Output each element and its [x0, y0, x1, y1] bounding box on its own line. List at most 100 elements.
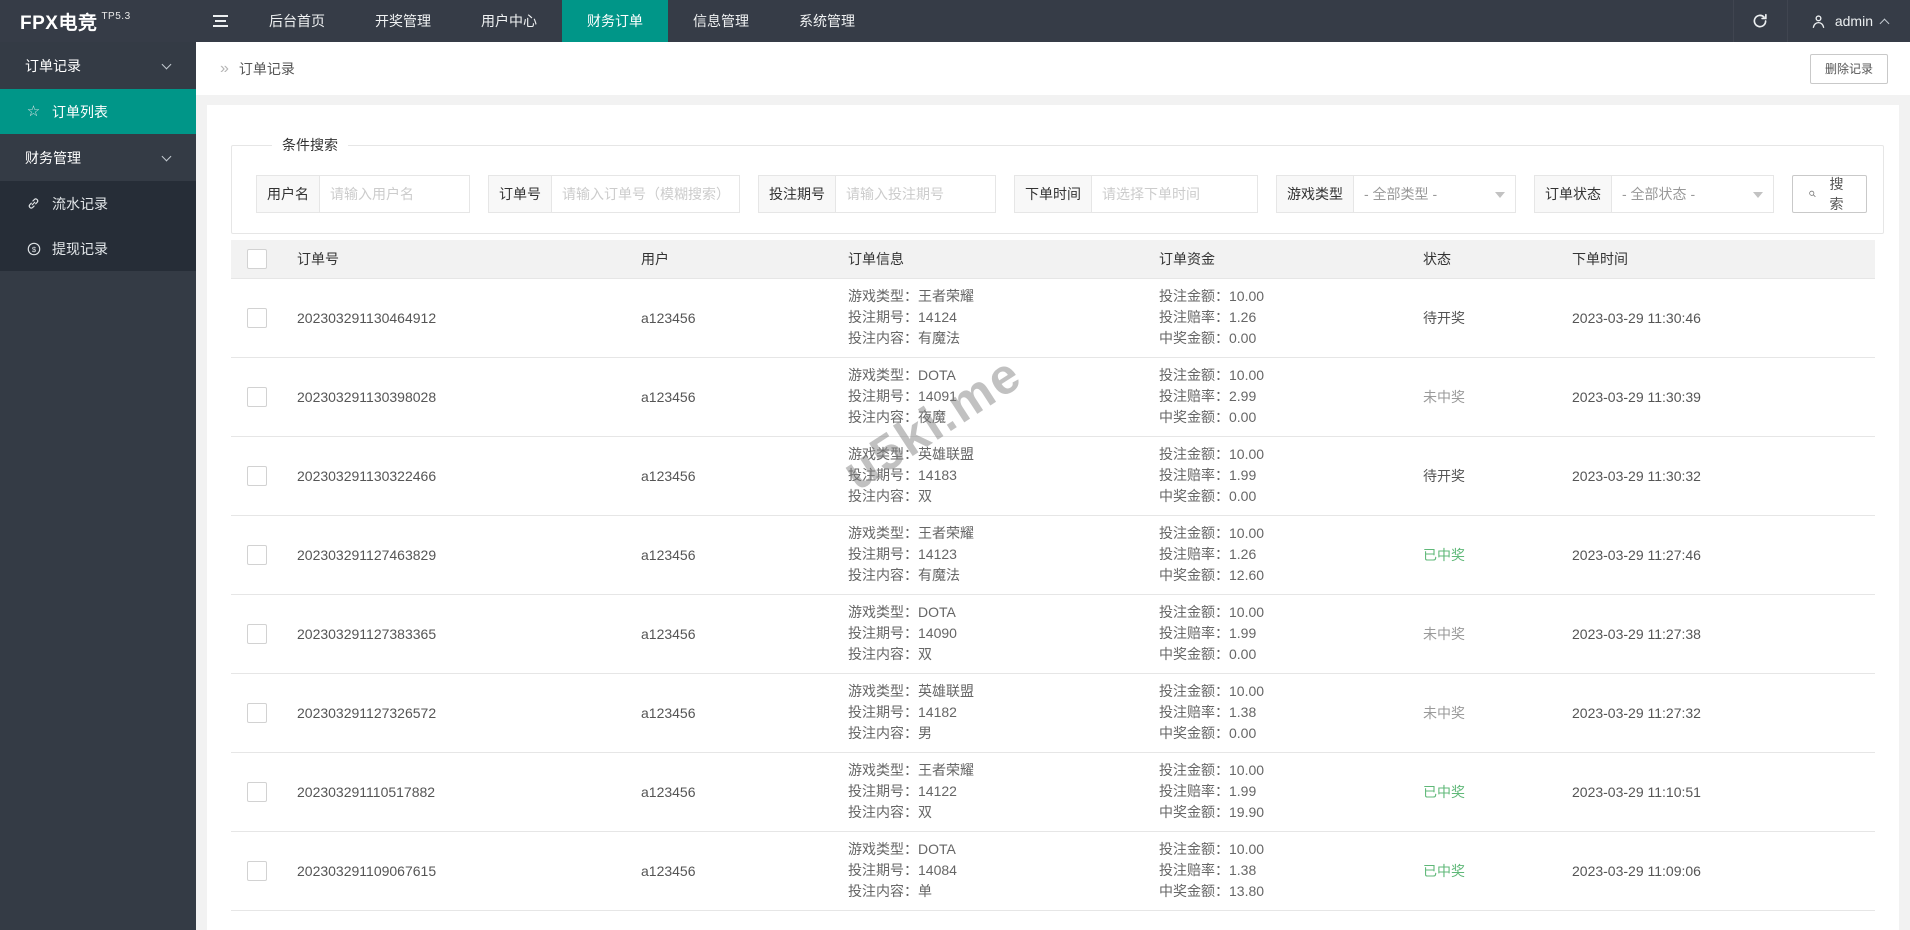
order-info: 游戏类型：王者荣耀 投注期号：14124 投注内容：有魔法: [832, 278, 1143, 358]
order-user: a123456: [625, 831, 832, 911]
col-status: 状态: [1407, 240, 1556, 279]
orders-table: 订单号 用户 订单信息 订单资金 状态 下单时间 202303291130464…: [231, 240, 1875, 930]
filter-order-status: 订单状态 - 全部状态 -: [1534, 175, 1774, 213]
order-user: a123456: [625, 278, 832, 358]
order-no: 202303291130464912: [281, 278, 625, 358]
table-row: 202303291109067615 a123456 游戏类型：DOTA 投注期…: [231, 831, 1875, 911]
order-funds: 投注金额：10.00 投注赔率：1.26 中奖金额：0.00: [1143, 278, 1407, 358]
nav-user-center[interactable]: 用户中心: [456, 0, 562, 42]
svg-text:$: $: [31, 244, 36, 253]
select-all-checkbox[interactable]: [247, 248, 267, 269]
order-time: 2023-03-29 11:09:06: [1556, 831, 1875, 911]
status-badge: 未中奖: [1423, 388, 1465, 405]
col-user: 用户: [625, 240, 832, 279]
table-row: 202303291130464912 a123456 游戏类型：王者荣耀 投注期…: [231, 278, 1875, 358]
order-info: 游戏类型：英雄联盟 投注期号：14183 投注内容：双: [832, 436, 1143, 516]
status-badge: 已中奖: [1423, 783, 1465, 800]
game-type-select[interactable]: - 全部类型 -: [1354, 175, 1516, 213]
order-user: a123456: [625, 436, 832, 516]
chevron-down-icon: [161, 59, 172, 69]
row-checkbox[interactable]: [247, 544, 267, 565]
row-checkbox[interactable]: [247, 307, 267, 328]
status-badge: 未中奖: [1423, 704, 1465, 721]
chevron-down-icon: [161, 151, 172, 161]
order-funds: 投注金额：10.00 投注赔率：1.99 中奖金额：19.90: [1143, 752, 1407, 832]
order-no: 202303291130322466: [281, 436, 625, 516]
table-row: 202303291127463829 a123456 游戏类型：王者荣耀 投注期…: [231, 515, 1875, 595]
app-logo: FPX电竞 TP5.3: [0, 0, 196, 42]
username-input[interactable]: [320, 175, 470, 213]
menu-icon[interactable]: [196, 0, 244, 42]
refresh-icon[interactable]: [1732, 0, 1787, 42]
sidebar-group-finance[interactable]: 财务管理: [0, 134, 196, 181]
breadcrumb-bar: » 订单记录 删除记录: [196, 42, 1910, 95]
nav-info[interactable]: 信息管理: [668, 0, 774, 42]
sidebar-item-flow-records[interactable]: 流水记录: [0, 181, 196, 226]
nav-system[interactable]: 系统管理: [774, 0, 880, 42]
order-user: a123456: [625, 515, 832, 595]
order-funds: 投注金额：10.00 投注赔率：1.99 中奖金额：0.00: [1143, 594, 1407, 674]
order-funds: 投注金额：10.00 投注赔率：1.26 中奖金额：12.60: [1143, 515, 1407, 595]
sidebar-item-withdraw-records[interactable]: $ 提现记录: [0, 226, 196, 271]
order-time: 2023-03-29 11:27:46: [1556, 515, 1875, 595]
search-legend: 条件搜索: [282, 137, 338, 153]
table-row: 202303291130322466 a123456 游戏类型：英雄联盟 投注期…: [231, 436, 1875, 516]
order-no: 202303291130398028: [281, 357, 625, 437]
delete-records-button[interactable]: 删除记录: [1809, 53, 1888, 84]
order-no: 202303291127383365: [281, 594, 625, 674]
page-title: 订单记录: [238, 60, 295, 77]
username: admin: [1834, 13, 1873, 29]
order-funds: 投注金额：10.00: [1143, 910, 1407, 930]
row-checkbox[interactable]: [247, 781, 267, 802]
order-funds: 投注金额：10.00 投注赔率：1.38 中奖金额：0.00: [1143, 673, 1407, 753]
chevron-up-icon: [1879, 18, 1890, 28]
table-row: 202303291127326572 a123456 游戏类型：英雄联盟 投注期…: [231, 673, 1875, 753]
filter-order-time: 下单时间: [1014, 175, 1258, 213]
app-title: FPX电竞: [20, 12, 98, 34]
dollar-icon: $: [25, 241, 42, 257]
nav-home[interactable]: 后台首页: [244, 0, 350, 42]
bet-issue-input[interactable]: [836, 175, 996, 213]
order-user: a123456: [625, 357, 832, 437]
order-info: 游戏类型：英雄联盟: [832, 910, 1143, 930]
sidebar: 订单记录 ☆ 订单列表 财务管理 流水记录 $ 提现记录: [0, 42, 196, 930]
col-order-no: 订单号: [281, 240, 625, 279]
order-info: 游戏类型：DOTA 投注期号：14084 投注内容：单: [832, 831, 1143, 911]
topbar-right: admin: [1732, 0, 1910, 42]
order-funds: 投注金额：10.00 投注赔率：1.38 中奖金额：13.80: [1143, 831, 1407, 911]
order-time-input[interactable]: [1092, 175, 1258, 213]
table-header-row: 订单号 用户 订单信息 订单资金 状态 下单时间: [231, 240, 1875, 279]
page-body: 条件搜索 用户名 订单号 投注期号: [196, 95, 1910, 930]
nav-finance-orders[interactable]: 财务订单: [562, 0, 668, 42]
row-checkbox[interactable]: [247, 465, 267, 486]
order-no: 202303291109067615: [281, 831, 625, 911]
order-no-input[interactable]: [552, 175, 740, 213]
row-checkbox[interactable]: [247, 860, 267, 881]
order-status-select[interactable]: - 全部状态 -: [1612, 175, 1774, 213]
sidebar-item-order-list[interactable]: ☆ 订单列表: [0, 89, 196, 134]
chevron-down-icon: [1753, 191, 1763, 203]
row-checkbox[interactable]: [247, 702, 267, 723]
user-icon: [1812, 14, 1825, 28]
nav-lottery[interactable]: 开奖管理: [350, 0, 456, 42]
order-info: 游戏类型：英雄联盟 投注期号：14182 投注内容：男: [832, 673, 1143, 753]
order-info: 游戏类型：DOTA 投注期号：14090 投注内容：双: [832, 594, 1143, 674]
order-info: 游戏类型：王者荣耀 投注期号：14122 投注内容：双: [832, 752, 1143, 832]
status-badge: 已中奖: [1423, 862, 1465, 879]
order-no: 202303291127326572: [281, 673, 625, 753]
search-fieldset: 条件搜索 用户名 订单号 投注期号: [231, 135, 1884, 234]
status-badge: 待开奖: [1423, 467, 1465, 484]
star-icon: ☆: [26, 103, 41, 120]
order-funds: 投注金额：10.00 投注赔率：2.99 中奖金额：0.00: [1143, 357, 1407, 437]
topbar: FPX电竞 TP5.3 后台首页 开奖管理 用户中心 财务订单 信息管理 系统管理…: [0, 0, 1910, 42]
row-checkbox[interactable]: [247, 623, 267, 644]
filter-bet-issue: 投注期号: [758, 175, 996, 213]
order-time: 2023-03-29 11:27:38: [1556, 594, 1875, 674]
sidebar-group-order-records[interactable]: 订单记录: [0, 42, 196, 89]
order-user: a123456: [625, 673, 832, 753]
user-menu[interactable]: admin: [1786, 0, 1910, 42]
search-button[interactable]: 搜 索: [1792, 175, 1867, 213]
content-card: 条件搜索 用户名 订单号 投注期号: [207, 105, 1899, 930]
order-time: 2023-03-29 11:27:32: [1556, 673, 1875, 753]
row-checkbox[interactable]: [247, 386, 267, 407]
